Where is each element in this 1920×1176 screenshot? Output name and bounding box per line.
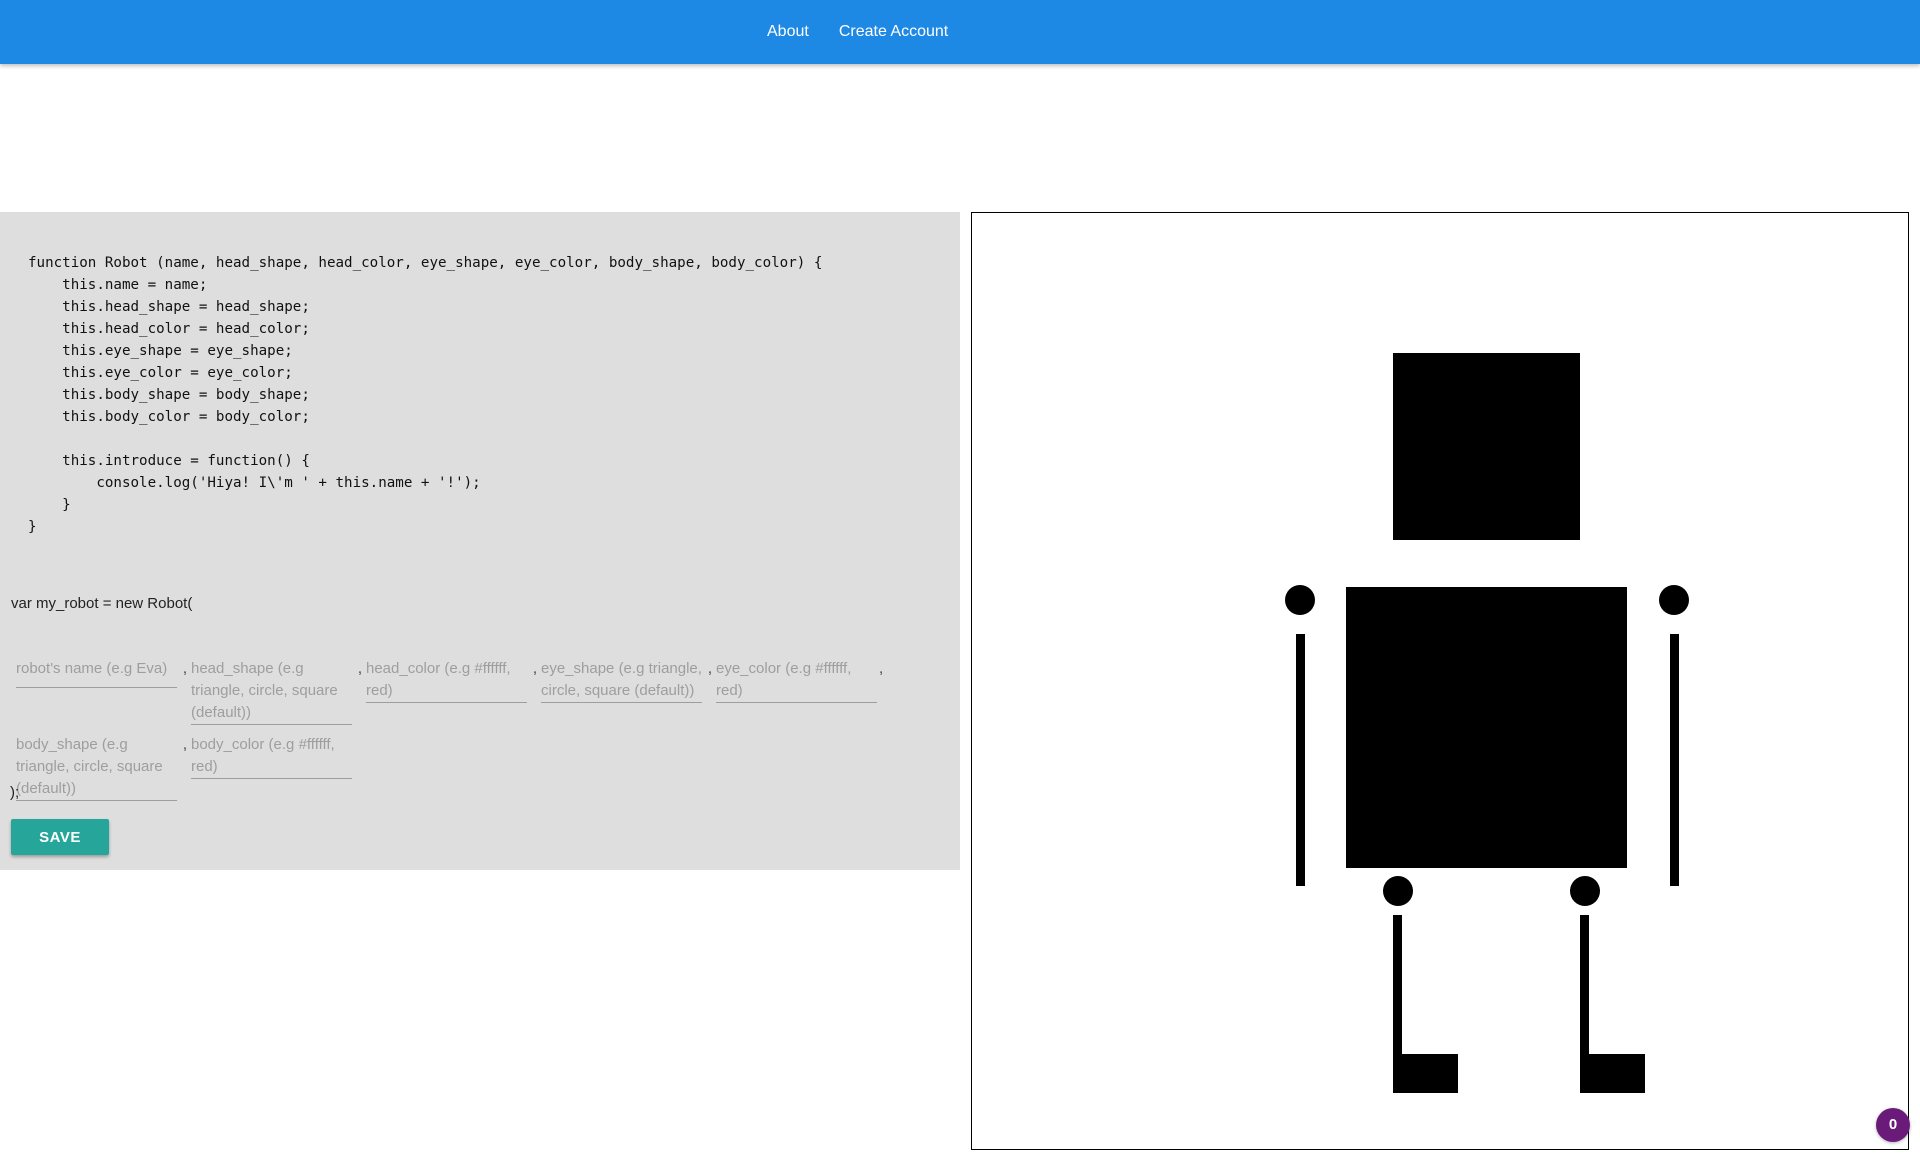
robot-right-arm: [1670, 634, 1679, 886]
param-row-2: body_shape (e.g triangle, circle, square…: [16, 734, 352, 801]
nav-create-account-link[interactable]: Create Account: [824, 0, 963, 64]
body-color-placeholder: body_color (e.g #ffffff, red): [191, 736, 335, 775]
param-separator: ,: [182, 736, 188, 753]
code-editor-panel: function Robot (name, head_shape, head_c…: [0, 212, 960, 870]
param-separator: ,: [532, 660, 538, 677]
robot-left-shoulder: [1285, 585, 1315, 615]
param-separator: ,: [879, 660, 884, 677]
top-navbar: About Create Account: [0, 0, 1920, 64]
robot-right-hip: [1570, 876, 1600, 906]
eye-color-placeholder: eye_color (e.g #ffffff, red): [716, 660, 852, 699]
param-separator: ,: [182, 660, 188, 677]
eye-shape-input[interactable]: eye_shape (e.g triangle, circle, square …: [541, 658, 702, 703]
robot-body: [1346, 587, 1627, 868]
notification-badge[interactable]: 0: [1876, 1108, 1910, 1142]
robot-name-input[interactable]: robot's name (e.g Eva): [16, 658, 177, 688]
body-shape-input[interactable]: body_shape (e.g triangle, circle, square…: [16, 734, 177, 801]
save-button[interactable]: SAVE: [11, 819, 109, 855]
robot-right-shoulder: [1659, 585, 1689, 615]
robot-right-foot: [1580, 1054, 1645, 1093]
body-shape-placeholder: body_shape (e.g triangle, circle, square…: [16, 736, 163, 797]
robot-left-arm: [1296, 634, 1305, 886]
robot-left-foot: [1393, 1054, 1458, 1093]
robot-preview-canvas: [971, 212, 1909, 1150]
robot-constructor-code: function Robot (name, head_shape, head_c…: [28, 255, 823, 535]
constructor-call-text: var my_robot = new Robot(: [11, 595, 193, 612]
param-separator: ,: [357, 660, 363, 677]
robot-name-placeholder: robot's name (e.g Eva): [16, 660, 168, 677]
param-row-1: robot's name (e.g Eva) , head_shape (e.g…: [16, 658, 883, 725]
eye-color-input[interactable]: eye_color (e.g #ffffff, red): [716, 658, 877, 703]
head-color-input[interactable]: head_color (e.g #ffffff, red): [366, 658, 527, 703]
head-color-placeholder: head_color (e.g #ffffff, red): [366, 660, 511, 699]
param-separator: ,: [707, 660, 713, 677]
robot-head: [1393, 353, 1580, 540]
head-shape-placeholder: head_shape (e.g triangle, circle, square…: [191, 660, 338, 721]
robot-left-hip: [1383, 876, 1413, 906]
constructor-close-text: );: [10, 784, 20, 801]
body-color-input[interactable]: body_color (e.g #ffffff, red): [191, 734, 352, 779]
nav-links: About Create Account: [752, 0, 963, 64]
nav-about-link[interactable]: About: [752, 0, 824, 64]
eye-shape-placeholder: eye_shape (e.g triangle, circle, square …: [541, 660, 702, 699]
robot-drawing: [1285, 353, 1689, 1093]
head-shape-input[interactable]: head_shape (e.g triangle, circle, square…: [191, 658, 352, 725]
